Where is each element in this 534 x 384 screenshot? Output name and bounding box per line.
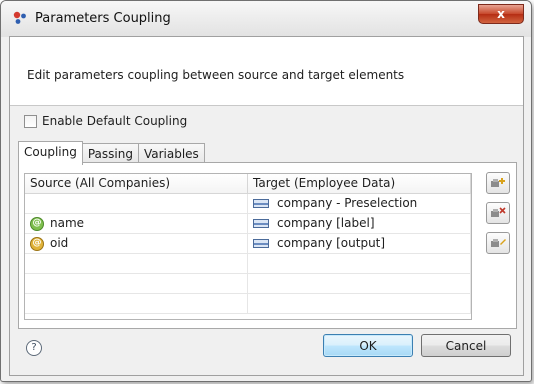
help-icon[interactable]: ? — [26, 340, 42, 356]
target-cell: company [output] — [248, 234, 471, 253]
window-title: Parameters Coupling — [35, 11, 171, 26]
target-label: company - Preselection — [277, 196, 418, 210]
description-banner: Edit parameters coupling between source … — [10, 37, 523, 106]
delete-coupling-button[interactable] — [486, 202, 510, 224]
table-row-empty[interactable] — [25, 274, 471, 294]
structure-icon — [253, 239, 269, 248]
title-bar[interactable]: Parameters Coupling x — [1, 1, 531, 37]
source-label: name — [50, 216, 85, 230]
table-header: Source (All Companies) Target (Employee … — [25, 174, 471, 194]
source-label: oid — [50, 236, 69, 250]
target-cell: company - Preselection — [248, 194, 471, 213]
enable-default-coupling-checkbox[interactable] — [24, 114, 37, 128]
attribute-icon: @ — [30, 216, 44, 231]
tab-bar: Coupling Passing Variables — [18, 141, 205, 165]
target-label: company [output] — [277, 236, 386, 250]
cancel-button[interactable]: Cancel — [421, 334, 511, 357]
dialog-body: Edit parameters coupling between source … — [9, 36, 524, 376]
coupling-table[interactable]: Source (All Companies) Target (Employee … — [24, 173, 472, 320]
table-row-empty[interactable] — [25, 254, 471, 274]
delete-coupling-icon — [491, 207, 506, 217]
description-text: Edit parameters coupling between source … — [27, 68, 405, 82]
enable-default-coupling-label: Enable Default Coupling — [42, 114, 188, 128]
table-row[interactable]: @ name company [label] — [25, 214, 471, 234]
close-icon: x — [497, 7, 505, 21]
tab-coupling[interactable]: Coupling — [18, 141, 83, 165]
source-cell: @ oid — [25, 234, 248, 253]
table-row[interactable]: company - Preselection — [25, 194, 471, 214]
coupling-tab-panel: Source (All Companies) Target (Employee … — [18, 162, 517, 329]
structure-icon — [253, 219, 269, 228]
tab-passing[interactable]: Passing — [81, 143, 139, 164]
column-header-source[interactable]: Source (All Companies) — [25, 174, 248, 193]
target-label: company [label] — [277, 216, 375, 230]
key-attribute-icon: @ — [30, 236, 44, 251]
app-icon — [13, 11, 26, 24]
table-row[interactable]: @ oid company [output] — [25, 234, 471, 254]
structure-icon — [253, 199, 269, 208]
column-header-target[interactable]: Target (Employee Data) — [248, 174, 471, 193]
close-button[interactable]: x — [478, 4, 524, 24]
add-coupling-button[interactable] — [486, 172, 510, 194]
enable-default-coupling-row[interactable]: Enable Default Coupling — [24, 114, 187, 128]
add-coupling-icon — [491, 178, 505, 187]
edit-coupling-button[interactable] — [486, 232, 510, 254]
source-cell — [25, 194, 248, 213]
target-cell: company [label] — [248, 214, 471, 233]
table-row-empty[interactable] — [25, 294, 471, 314]
parameters-coupling-dialog: Parameters Coupling x Edit parameters co… — [0, 0, 532, 382]
edit-coupling-icon — [491, 239, 506, 247]
source-cell: @ name — [25, 214, 248, 233]
ok-button[interactable]: OK — [323, 334, 413, 357]
tab-variables[interactable]: Variables — [137, 143, 205, 164]
